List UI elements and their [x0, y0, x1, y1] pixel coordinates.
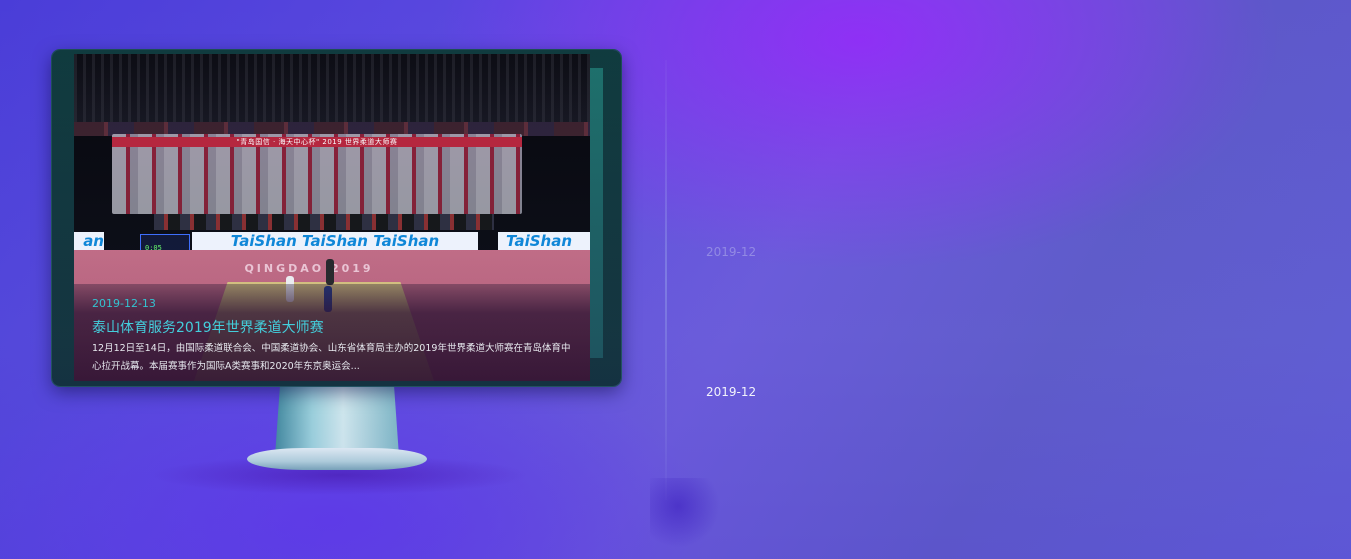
news-slide[interactable]: "青岛国信 · 海天中心杯" 2019 世界柔道大师赛 an 0:05 TaiS…: [74, 54, 590, 381]
page-background: "青岛国信 · 海天中心杯" 2019 世界柔道大师赛 an 0:05 TaiS…: [0, 0, 1351, 559]
sponsor-board-left: an: [74, 232, 104, 250]
news-summary: 12月12日至14日，由国际柔道联合会、中国柔道协会、山东省体育局主办的2019…: [92, 343, 571, 372]
event-banner-title: "青岛国信 · 海天中心杯" 2019 世界柔道大师赛: [112, 137, 522, 147]
officials-table: [154, 214, 494, 230]
timeline-year-active[interactable]: 2019-12: [706, 385, 756, 399]
monitor: "青岛国信 · 海天中心杯" 2019 世界柔道大师赛 an 0:05 TaiS…: [52, 50, 621, 386]
arena-crowd: [74, 54, 590, 129]
sponsor-board-right: TaiShan: [498, 232, 590, 250]
monitor-stand-base: [247, 448, 427, 470]
timeline-year-faint[interactable]: 2019-12: [706, 245, 756, 259]
timeline-divider: [665, 60, 667, 500]
referee-figure: [326, 259, 334, 285]
monitor-stand-neck: [275, 386, 399, 456]
event-banner: "青岛国信 · 海天中心杯" 2019 世界柔道大师赛: [112, 134, 522, 214]
news-title-link[interactable]: 泰山体育服务2019年世界柔道大师赛: [92, 317, 324, 337]
background-blot: [650, 478, 720, 548]
monitor-side-strip: [589, 68, 603, 358]
sponsor-board: TaiShan TaiShan TaiShan: [192, 232, 478, 250]
news-date: 2019-12-13: [92, 297, 156, 310]
mat-lettering: QINGDAO 2019: [244, 262, 374, 275]
